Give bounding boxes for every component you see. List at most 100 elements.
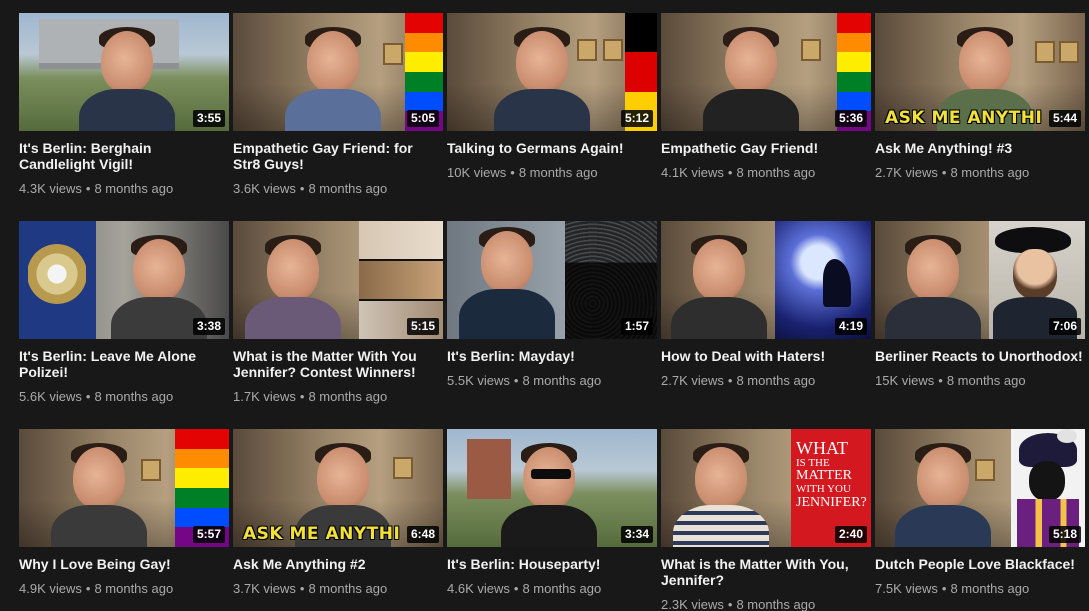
upload-age: 8 months ago [950,581,1030,596]
police-badge-panel [19,221,96,339]
video-card[interactable]: 5:12 Talking to Germans Again! 10K views… [447,13,657,181]
video-title[interactable]: Ask Me Anything #2 [233,556,443,572]
video-title[interactable]: Why I Love Being Gay! [19,556,229,572]
video-card[interactable]: ASK ME ANYTHI 6:48 Ask Me Anything #2 3.… [233,429,443,597]
video-thumbnail[interactable]: 5:18 [875,429,1085,547]
video-grid: 3:55 It's Berlin: Berghain Candlelight V… [0,0,1089,611]
video-meta: 15K views • 8 months ago [875,373,1026,388]
ask-me-anything-overlay: ASK ME ANYTHI [243,524,401,544]
video-title[interactable]: It's Berlin: Berghain Candlelight Vigil! [19,140,229,172]
video-title[interactable]: What is the Matter With You, Jennifer? [661,556,871,588]
video-card[interactable]: 5:57 Why I Love Being Gay! 4.9K views • 8 … [19,429,229,597]
video-thumbnail[interactable]: 3:34 [447,429,657,547]
duration-badge: 5:12 [620,110,653,127]
video-thumbnail[interactable]: 3:38 [19,221,229,339]
video-thumbnail[interactable]: 7:06 [875,221,1085,339]
duration-badge: 3:55 [192,110,225,127]
video-thumbnail[interactable]: 5:57 [19,429,229,547]
upload-age: 8 months ago [94,181,174,196]
thumbnail-person [895,443,991,547]
video-meta: 4.3K views • 8 months ago [19,181,174,196]
video-title[interactable]: Ask Me Anything! #3 [875,140,1085,156]
upload-age: 8 months ago [946,373,1026,388]
view-count: 2.7K views [875,165,938,180]
video-title[interactable]: Empathetic Gay Friend: for Str8 Guys! [233,140,443,172]
video-card[interactable]: 5:15 What is the Matter With You Jennife… [233,221,443,405]
duration-badge: 5:36 [834,110,867,127]
overlay-line: WHAT [796,438,848,458]
duration-badge: 2:40 [834,526,867,543]
video-title[interactable]: Talking to Germans Again! [447,140,657,156]
thumbnail-person [111,235,207,339]
thumbnail-person [285,27,381,131]
video-meta: 7.5K views • 8 months ago [875,581,1030,596]
video-meta: 2.7K views • 8 months ago [661,373,816,388]
video-meta: 4.9K views • 8 months ago [19,581,174,596]
upload-age: 8 months ago [308,581,388,596]
video-card[interactable]: 7:06 Berliner Reacts to Unorthodox! 15K … [875,221,1085,389]
video-meta: 2.7K views • 8 months ago [875,165,1030,180]
thumbnail-person [459,227,555,339]
video-card[interactable]: 3:34 It's Berlin: Houseparty! 4.6K views… [447,429,657,597]
video-meta: 4.1K views • 8 months ago [661,165,816,180]
church-building [467,439,511,499]
video-title[interactable]: It's Berlin: Houseparty! [447,556,657,572]
video-meta: 3.6K views • 8 months ago [233,181,388,196]
duration-badge: 6:48 [406,526,439,543]
video-meta: 3.7K views • 8 months ago [233,581,388,596]
view-count: 5.5K views [447,373,510,388]
video-meta: 10K views • 8 months ago [447,165,598,180]
duration-badge: 5:18 [1048,526,1081,543]
view-count: 3.7K views [233,581,296,596]
video-title[interactable]: What is the Matter With You Jennifer? Co… [233,348,443,380]
thumbnail-person [51,443,147,547]
thumbnail-person [501,443,599,547]
upload-age: 8 months ago [308,389,388,404]
video-title[interactable]: Empathetic Gay Friend! [661,140,871,156]
duration-badge: 3:34 [620,526,653,543]
video-card[interactable]: 3:55 It's Berlin: Berghain Candlelight V… [19,13,229,197]
view-count: 2.7K views [661,373,724,388]
video-card[interactable]: 5:36 Empathetic Gay Friend! 4.1K views • 8… [661,13,871,181]
video-title[interactable]: It's Berlin: Mayday! [447,348,657,364]
video-thumbnail[interactable]: ASK ME ANYTHI 5:44 [875,13,1085,131]
video-card[interactable]: 5:18 Dutch People Love Blackface! 7.5K v… [875,429,1085,597]
thumbnail-person [885,235,981,339]
video-title[interactable]: Dutch People Love Blackface! [875,556,1085,572]
video-title[interactable]: How to Deal with Haters! [661,348,871,364]
video-thumbnail[interactable]: 1:57 [447,221,657,339]
upload-age: 8 months ago [94,389,174,404]
duration-badge: 1:57 [620,318,653,335]
upload-age: 8 months ago [736,373,816,388]
view-count: 4.9K views [19,581,82,596]
video-thumbnail[interactable]: 3:55 [19,13,229,131]
view-count: 5.6K views [19,389,82,404]
view-count: 4.3K views [19,181,82,196]
thumbnail-person [671,235,767,339]
upload-age: 8 months ago [522,373,602,388]
video-title[interactable]: Berliner Reacts to Unorthodox! [875,348,1085,364]
upload-age: 8 months ago [736,165,816,180]
police-star-icon [28,243,86,305]
video-thumbnail[interactable]: 5:15 [233,221,443,339]
video-card[interactable]: 5:05 Empathetic Gay Friend: for Str8 Guy… [233,13,443,197]
video-card[interactable]: 4:19 How to Deal with Haters! 2.7K views… [661,221,871,389]
video-card[interactable]: ASK ME ANYTHI 5:44 Ask Me Anything! #3 2… [875,13,1085,181]
video-card[interactable]: 3:38 It's Berlin: Leave Me Alone Polizei… [19,221,229,405]
thumbnail-person [79,27,175,131]
video-thumbnail[interactable]: 5:36 [661,13,871,131]
video-thumbnail[interactable]: 5:12 [447,13,657,131]
video-thumbnail[interactable]: 5:05 [233,13,443,131]
video-card[interactable]: 1:57 It's Berlin: Mayday! 5.5K views • 8 m… [447,221,657,389]
video-thumbnail[interactable]: ASK ME ANYTHI 6:48 [233,429,443,547]
video-thumbnail[interactable]: 4:19 [661,221,871,339]
duration-badge: 5:57 [192,526,225,543]
view-count: 10K views [447,165,507,180]
video-title[interactable]: It's Berlin: Leave Me Alone Polizei! [19,348,229,380]
video-card[interactable]: WHAT IS THE MATTER WITH YOU JENNIFER? 2:… [661,429,871,611]
video-thumbnail[interactable]: WHAT IS THE MATTER WITH YOU JENNIFER? 2:… [661,429,871,547]
view-count: 4.6K views [447,581,510,596]
view-count: 2.3K views [661,597,724,611]
duration-badge: 3:38 [192,318,225,335]
video-meta: 4.6K views • 8 months ago [447,581,602,596]
